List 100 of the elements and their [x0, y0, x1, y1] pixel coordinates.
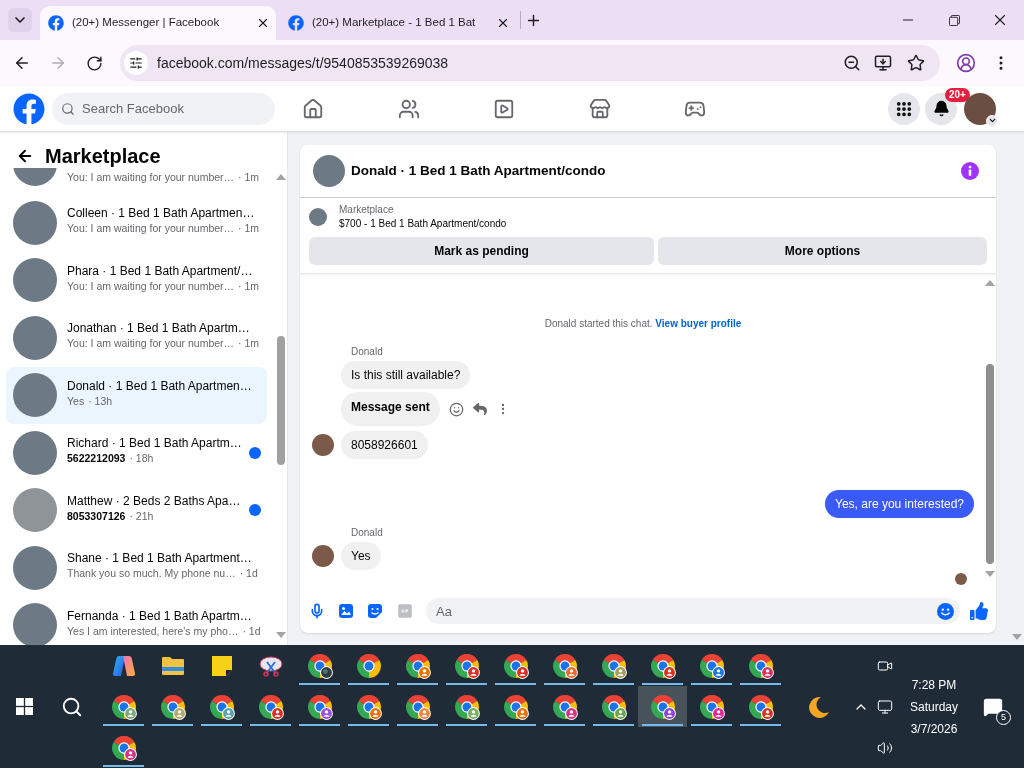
photo-placeholder — [13, 430, 57, 475]
chrome-profile-icon — [257, 693, 284, 720]
conversation-item[interactable]: Colleen · 1 Bed 1 Bath Apartmen… You: I am waiting for your number… · 1m — [6, 194, 267, 252]
sender-name: Donald — [351, 527, 383, 539]
grid-icon — [895, 99, 913, 118]
zoom-out-icon[interactable] — [843, 54, 861, 72]
chrome-profile-icon — [355, 693, 382, 720]
conversation-item[interactable]: Donald · 1 Bed 1 Bath Apartmen… Yes · 13h — [6, 366, 267, 424]
chrome-profile-icon — [649, 693, 676, 720]
chrome-profile-icon — [502, 652, 529, 679]
message-input[interactable]: Aa — [426, 598, 960, 624]
chrome-profile-icon — [159, 693, 186, 720]
chrome-profile-icon — [600, 693, 627, 720]
photo-placeholder — [13, 258, 57, 303]
search-icon[interactable] — [61, 695, 83, 718]
info-icon[interactable] — [961, 162, 979, 180]
chrome-profile-icon — [698, 693, 725, 720]
clock-day[interactable]: Saturday — [910, 698, 958, 715]
scrollbar-thumb[interactable] — [277, 336, 285, 465]
image-icon[interactable] — [338, 603, 354, 619]
conversation-item[interactable]: Matthew · 2 Beds 2 Baths Apa… 8053307126 · 21h — [6, 481, 267, 539]
chrome-profile-icon — [208, 693, 235, 720]
windows-start-icon[interactable] — [15, 698, 33, 715]
chrome-profile-icon — [551, 693, 578, 720]
account-avatar[interactable] — [964, 92, 996, 125]
photo-placeholder — [13, 168, 57, 186]
taskbar-button[interactable] — [638, 686, 687, 727]
photo-placeholder — [13, 315, 57, 360]
listing-title: $700 - 1 Bed 1 Bath Apartment/condo — [339, 217, 507, 231]
conversation-item[interactable]: Phara · 1 Bed 1 Bath Apartment/… You: I am waiting for your number… · 1m — [6, 251, 267, 309]
logo-icon — [288, 15, 304, 31]
scrollbar-thumb[interactable] — [985, 364, 994, 564]
profile-icon[interactable] — [956, 53, 976, 73]
back-icon[interactable] — [13, 54, 31, 72]
emoji-icon[interactable] — [937, 602, 954, 620]
reply-icon[interactable] — [472, 402, 487, 416]
sidebar-title: Marketplace — [45, 144, 161, 168]
video-icon[interactable] — [493, 97, 515, 120]
chrome-icon — [355, 652, 382, 679]
scissors-icon — [258, 653, 283, 678]
close-icon[interactable] — [496, 16, 510, 30]
network-icon[interactable] — [877, 698, 893, 715]
folder-icon — [160, 655, 185, 676]
address-bar[interactable]: facebook.com/messages/t/9540853539269038 — [120, 45, 940, 81]
chrome-profile-icon — [404, 652, 431, 679]
chrome-profile-icon — [306, 652, 333, 679]
reload-icon[interactable] — [85, 54, 103, 72]
buyer-profile-link[interactable]: View buyer profile — [655, 318, 742, 329]
volume-icon[interactable] — [877, 739, 893, 756]
browser-tab[interactable]: (20+) Messenger | Facebook — [40, 6, 276, 40]
menu-button[interactable] — [888, 92, 920, 125]
sender-name: Donald — [351, 346, 383, 358]
chrome-profile-icon — [404, 693, 431, 720]
message-bubble: 8058926601 — [341, 431, 428, 459]
sticker-icon[interactable] — [367, 603, 383, 619]
conversation-item[interactable]: You: I am waiting for your number… · 1m — [6, 168, 267, 194]
photo-placeholder — [309, 208, 327, 226]
notifications-icon[interactable] — [983, 696, 1003, 717]
friends-icon[interactable] — [397, 97, 420, 120]
chrome-profile-icon — [110, 693, 137, 720]
search-field[interactable]: Search Facebook — [52, 92, 275, 125]
chrome-profile-icon — [551, 652, 578, 679]
photo-placeholder — [13, 488, 57, 533]
emoji-icon[interactable] — [448, 401, 464, 417]
chrome-profile-icon — [453, 693, 480, 720]
clock-date[interactable]: 3/7/2026 — [910, 720, 958, 737]
conversation-item[interactable]: Jonathan · 1 Bed 1 Bath Apartm… You: I am waiting for your number… · 1m — [6, 309, 267, 367]
bookmark-star-icon[interactable] — [907, 54, 925, 72]
store-icon[interactable] — [588, 97, 611, 120]
message-bubble: Yes — [341, 542, 381, 570]
clock-time[interactable]: 7:28 PM — [911, 676, 957, 693]
chat-title: Donald · 1 Bed 1 Bath Apartment/condo — [351, 161, 606, 180]
install-icon[interactable] — [874, 54, 892, 72]
home-icon[interactable] — [302, 97, 324, 120]
chrome-profile-icon — [747, 652, 774, 679]
message-bubble: Message sent — [341, 392, 440, 426]
action-button[interactable]: More options — [658, 237, 987, 265]
conversation-item[interactable]: Fernanda · 1 Bed 1 Bath Apartm… Yes I am interested, here's my pho… · 1d — [6, 596, 267, 645]
search-icon — [61, 101, 75, 116]
action-button[interactable]: Mark as pending — [309, 237, 654, 265]
tab-search-button[interactable] — [8, 8, 32, 32]
close-icon[interactable] — [256, 16, 270, 30]
site-info-button[interactable] — [124, 51, 148, 75]
restore-icon[interactable] — [948, 14, 960, 26]
moon-icon[interactable] — [806, 694, 830, 719]
notification-badge: 20+ — [945, 87, 970, 102]
microphone-icon[interactable] — [309, 603, 325, 619]
conversation-item[interactable]: Shane · 1 Bed 1 Bath Apartment… Thank you so much. My phone nu… · 1d — [6, 539, 267, 597]
chrome-profile-icon — [649, 652, 676, 679]
listing-source: Marketplace — [339, 203, 395, 217]
logo-icon — [48, 15, 64, 31]
message-bubble: Is this still available? — [341, 361, 471, 389]
message-bubble: Yes, are you interested? — [825, 490, 974, 518]
chrome-profile-icon — [747, 693, 774, 720]
sliders-icon — [129, 56, 143, 70]
conversation-item[interactable]: Richard · 1 Bed 1 Bath Apartm… 5622212093 · 18h — [6, 424, 267, 482]
thumbs-up-icon[interactable] — [970, 602, 988, 620]
logo-icon[interactable] — [13, 92, 45, 125]
chrome-profile-icon — [453, 652, 480, 679]
chrome-profile-icon — [306, 693, 333, 720]
